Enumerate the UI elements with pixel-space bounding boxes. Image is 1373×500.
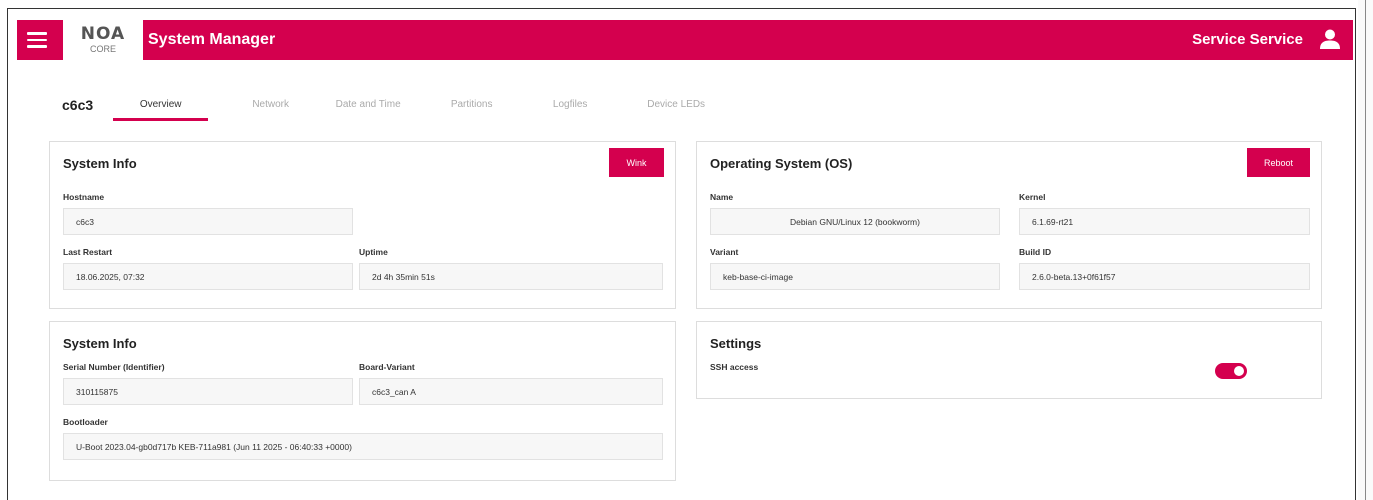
tab-bar: c6c3 Overview Network Date and Time Part… <box>62 95 752 121</box>
tab-overview[interactable]: Overview <box>113 95 209 121</box>
uptime-field[interactable]: 2d 4h 35min 51s <box>359 263 663 290</box>
kernel-label: Kernel <box>1019 192 1046 202</box>
card-title: System Info <box>63 156 137 171</box>
card-title: Settings <box>710 336 762 351</box>
system-info-hardware-card: System Info Serial Number (Identifier) 3… <box>49 321 676 481</box>
kernel-field[interactable]: 6.1.69-rt21 <box>1019 208 1310 235</box>
card-title: Operating System (OS) <box>710 156 853 171</box>
last-restart-label: Last Restart <box>63 247 113 257</box>
app-title: System Manager <box>148 31 276 48</box>
bootloader-field[interactable]: U-Boot 2023.04-gb0d717b KEB-711a981 (Jun… <box>63 433 663 460</box>
os-name-label: Name <box>710 192 734 202</box>
uptime-label: Uptime <box>359 247 388 257</box>
build-id-label: Build ID <box>1019 247 1052 257</box>
user-icon[interactable] <box>1319 28 1341 50</box>
device-name: c6c3 <box>62 97 94 113</box>
os-name-field[interactable]: Debian GNU/Linux 12 (bookworm) <box>710 208 1000 235</box>
window-edge <box>1358 0 1373 500</box>
tab-network[interactable]: Network <box>208 95 333 118</box>
reboot-button[interactable]: Reboot <box>1247 148 1310 177</box>
tab-partitions[interactable]: Partitions <box>403 95 540 118</box>
tab-logfiles[interactable]: Logfiles <box>540 95 600 118</box>
build-id-field[interactable]: 2.6.0-beta.13+0f61f57 <box>1019 263 1310 290</box>
tab-device-leds[interactable]: Device LEDs <box>600 95 752 118</box>
hostname-field[interactable]: c6c3 <box>63 208 353 235</box>
logo: NOA CORE <box>63 20 143 60</box>
serial-label: Serial Number (Identifier) <box>63 362 165 372</box>
wink-button[interactable]: Wink <box>609 148 664 177</box>
ssh-access-label: SSH access <box>710 362 759 372</box>
variant-field[interactable]: keb-base-ci-image <box>710 263 1000 290</box>
bootloader-label: Bootloader <box>63 417 108 427</box>
board-variant-field[interactable]: c6c3_can A <box>359 378 663 405</box>
card-title: System Info <box>63 336 137 351</box>
last-restart-field[interactable]: 18.06.2025, 07:32 <box>63 263 353 290</box>
settings-card: Settings SSH access <box>696 321 1322 399</box>
menu-icon[interactable] <box>17 20 57 60</box>
tab-date-and-time[interactable]: Date and Time <box>333 95 403 118</box>
toggle-knob <box>1234 366 1244 376</box>
logo-sub: CORE <box>89 44 116 54</box>
logo-main: NOA <box>80 24 126 44</box>
user-name[interactable]: Service Service <box>1192 20 1303 60</box>
os-card: Operating System (OS) Reboot Name Debian… <box>696 141 1322 309</box>
serial-field[interactable]: 310115875 <box>63 378 353 405</box>
variant-label: Variant <box>710 247 739 257</box>
ssh-access-toggle[interactable] <box>1215 363 1247 379</box>
hostname-label: Hostname <box>63 192 105 202</box>
top-bar: NOA CORE System Manager Service Service <box>17 20 1353 60</box>
board-variant-label: Board-Variant <box>359 362 415 372</box>
system-info-card: System Info Wink Hostname c6c3 Last Rest… <box>49 141 676 309</box>
